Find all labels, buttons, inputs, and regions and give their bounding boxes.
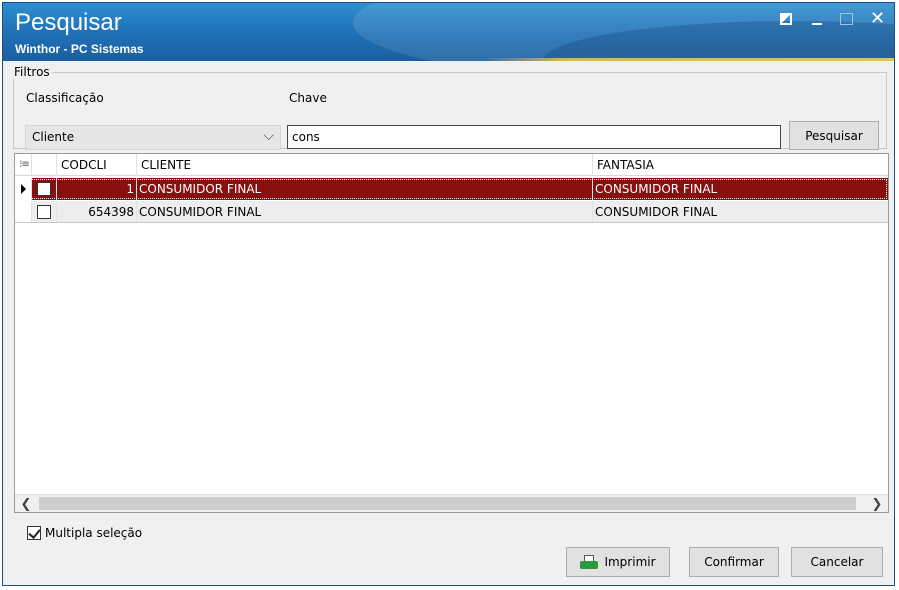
confirm-button[interactable]: Confirmar: [689, 547, 779, 577]
grid-header: ⁝≡ CODCLI CLIENTE FANTASIA: [15, 154, 888, 176]
maximize-button[interactable]: [840, 11, 856, 27]
search-button-label: Pesquisar: [805, 128, 863, 143]
horizontal-scrollbar[interactable]: ❮ ❯: [15, 494, 888, 512]
filters-legend: Filtros: [14, 65, 50, 79]
classificacao-label: Classificação: [26, 91, 104, 105]
minimize-button[interactable]: [810, 11, 826, 27]
scroll-left-icon[interactable]: ❮: [17, 495, 35, 512]
printer-icon: [580, 555, 599, 569]
chave-input[interactable]: [287, 125, 781, 149]
minimize-icon: [812, 23, 822, 25]
maximize-icon: [840, 13, 853, 25]
cell-codcli: 1: [57, 178, 137, 200]
classificacao-value: Cliente: [32, 130, 75, 144]
table-row[interactable]: 654398 CONSUMIDOR FINAL CONSUMIDOR FINAL: [15, 201, 888, 223]
multi-select-label: Multipla seleção: [45, 526, 143, 540]
column-chooser-icon: ⁝≡: [19, 159, 30, 170]
window-controls: ✕: [780, 8, 886, 29]
multi-select-toggle[interactable]: Multipla seleção: [27, 526, 142, 540]
filters-group: Filtros Classificação Chave Cliente ⌵ Pe…: [13, 65, 887, 150]
scroll-right-icon[interactable]: ❯: [868, 495, 886, 512]
window-subtitle: Winthor - PC Sistemas: [15, 42, 144, 56]
multi-select-checkbox[interactable]: [27, 526, 41, 540]
results-grid[interactable]: ⁝≡ CODCLI CLIENTE FANTASIA 1 CONSUMIDOR …: [14, 153, 889, 513]
table-row[interactable]: 1 CONSUMIDOR FINAL CONSUMIDOR FINAL: [15, 178, 888, 200]
row-indicator: [15, 178, 32, 200]
chave-label: Chave: [289, 91, 327, 105]
close-icon: ✕: [870, 8, 886, 29]
row-checkbox[interactable]: [37, 204, 51, 219]
title-bar[interactable]: Pesquisar Winthor - PC Sistemas ✕: [3, 3, 894, 61]
column-header-codcli[interactable]: CODCLI: [57, 154, 137, 175]
cell-cliente: CONSUMIDOR FINAL: [137, 178, 593, 200]
chevron-down-icon: ⌵: [263, 128, 274, 144]
confirm-button-label: Confirmar: [704, 555, 764, 569]
row-checkbox[interactable]: [37, 182, 51, 196]
cell-codcli: 654398: [57, 201, 137, 222]
cell-fantasia: CONSUMIDOR FINAL: [595, 182, 718, 196]
window-title: Pesquisar: [15, 9, 122, 36]
restore-icon: [780, 13, 792, 25]
column-header-fantasia[interactable]: FANTASIA: [593, 154, 888, 175]
cancel-button-label: Cancelar: [810, 555, 864, 569]
cell-cliente: CONSUMIDOR FINAL: [137, 201, 593, 222]
row-indicator: [15, 201, 32, 222]
row-checkbox-cell[interactable]: [32, 178, 57, 200]
scrollbar-thumb[interactable]: [39, 497, 856, 510]
title-accent-line: [483, 58, 894, 61]
row-indicator-icon: [20, 184, 26, 194]
printer-body: [580, 561, 599, 569]
cell-fantasia: CONSUMIDOR FINAL: [595, 204, 718, 219]
close-button[interactable]: ✕: [870, 8, 886, 29]
column-header-cliente[interactable]: CLIENTE: [137, 154, 593, 175]
row-checkbox-cell[interactable]: [32, 201, 57, 222]
search-button[interactable]: Pesquisar: [789, 121, 879, 150]
classificacao-select[interactable]: Cliente ⌵: [25, 125, 281, 150]
print-button[interactable]: Imprimir: [566, 547, 670, 577]
restore-button[interactable]: [780, 11, 796, 27]
cancel-button[interactable]: Cancelar: [791, 547, 883, 577]
search-window: Pesquisar Winthor - PC Sistemas ✕ Filtro…: [2, 2, 895, 586]
print-button-label: Imprimir: [604, 555, 656, 569]
column-chooser-button[interactable]: ⁝≡: [15, 154, 32, 175]
header-check-cell: [32, 154, 57, 175]
